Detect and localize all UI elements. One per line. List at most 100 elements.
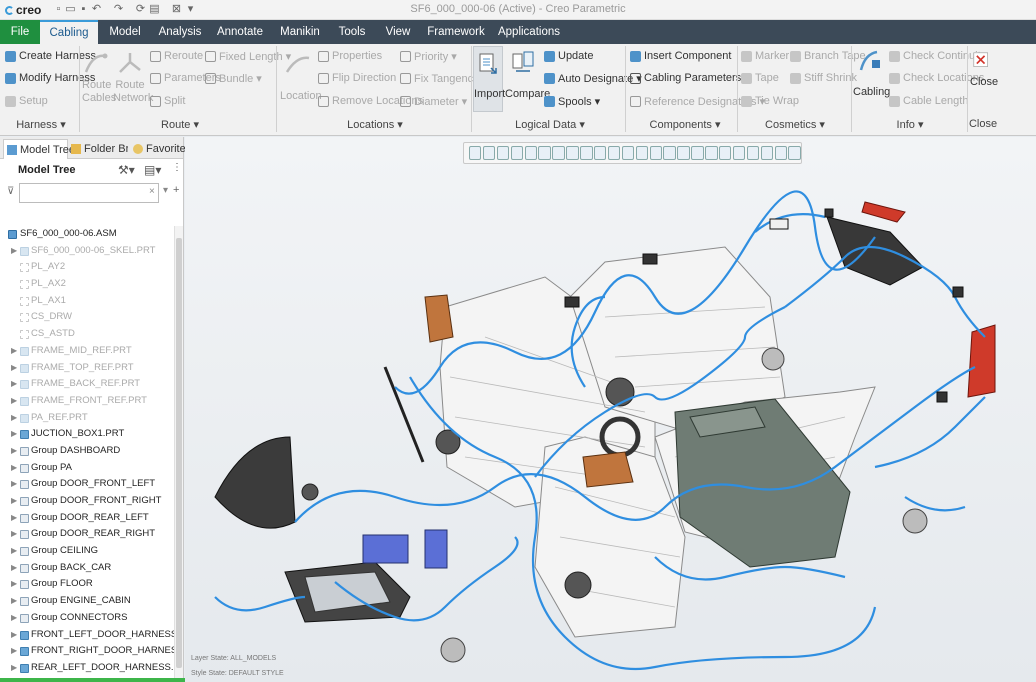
stiff-shrink-button[interactable]: Stiff Shrink bbox=[790, 72, 857, 84]
connectors-icon[interactable] bbox=[746, 146, 760, 160]
update-button[interactable]: Update bbox=[544, 50, 593, 62]
expand-arrow-icon[interactable]: ▶ bbox=[11, 526, 17, 543]
expand-arrow-icon[interactable]: ▶ bbox=[11, 660, 17, 677]
filter-icon[interactable]: ⊽ bbox=[7, 186, 14, 197]
route-cables-button[interactable]: Route Cables bbox=[82, 50, 116, 105]
tab-tools[interactable]: Tools bbox=[333, 20, 371, 44]
plane-tags-icon[interactable] bbox=[691, 146, 704, 160]
expand-arrow-icon[interactable]: ▶ bbox=[11, 410, 17, 427]
datum-display-icon[interactable] bbox=[580, 146, 593, 160]
tree-item[interactable]: ▶ FRAME_BACK_REF.PRT bbox=[0, 376, 174, 393]
split-button[interactable]: Split bbox=[150, 95, 185, 107]
clear-search-icon[interactable]: × bbox=[149, 186, 155, 197]
group-logical-data-label[interactable]: Logical Data ▾ bbox=[505, 118, 595, 131]
expand-arrow-icon[interactable]: ▶ bbox=[11, 543, 17, 560]
refit-icon[interactable] bbox=[469, 146, 482, 160]
setup-button[interactable]: Setup bbox=[5, 95, 48, 107]
expand-arrow-icon[interactable]: ▶ bbox=[11, 560, 17, 577]
datum-points-icon[interactable] bbox=[649, 146, 662, 160]
datum-axes-icon[interactable] bbox=[635, 146, 649, 160]
zoom-out-icon[interactable] bbox=[496, 146, 510, 160]
fixed-length-button[interactable]: Fixed Length ▾ bbox=[205, 50, 291, 63]
auto-designate-button[interactable]: Auto Designate ▾ bbox=[544, 72, 642, 85]
group-info-label[interactable]: Info ▾ bbox=[880, 118, 940, 131]
add-filter-icon[interactable]: + bbox=[173, 184, 179, 196]
expand-arrow-icon[interactable]: ▶ bbox=[11, 643, 17, 660]
tree-item[interactable]: ▶ SF6_000_000-06_SKEL.PRT bbox=[0, 243, 174, 260]
pause-icon[interactable] bbox=[732, 146, 746, 160]
expand-arrow-icon[interactable]: ▶ bbox=[11, 443, 17, 460]
priority-button[interactable]: Priority ▾ bbox=[400, 50, 457, 63]
tree-item[interactable]: ▶ Group ENGINE_CABIN bbox=[0, 593, 174, 610]
expand-arrow-icon[interactable]: ▶ bbox=[11, 493, 17, 510]
tree-item[interactable]: ▶ Group PA bbox=[0, 460, 174, 477]
bundle-button[interactable]: Bundle ▾ bbox=[205, 72, 262, 85]
tree-item[interactable]: ▶ Group DASHBOARD bbox=[0, 443, 174, 460]
tree-item[interactable]: SF6_000_000-06.ASM bbox=[0, 226, 174, 243]
spin-center-icon[interactable] bbox=[607, 146, 621, 160]
view-manager-icon[interactable] bbox=[538, 146, 551, 160]
tree-item[interactable]: ▶ Group CEILING bbox=[0, 543, 174, 560]
group-route-label[interactable]: Route ▾ bbox=[150, 118, 210, 131]
expand-arrow-icon[interactable]: ▶ bbox=[11, 627, 17, 644]
tree-item[interactable]: ▶ Group DOOR_FRONT_RIGHT bbox=[0, 493, 174, 510]
graphics-window[interactable]: Layer State: ALL_MODELS Style State: DEF… bbox=[185, 137, 1036, 682]
tree-item[interactable]: PL_AX1 bbox=[0, 293, 174, 310]
flip-direction-button[interactable]: Flip Direction bbox=[318, 72, 396, 84]
tab-favorites[interactable]: Favorites bbox=[130, 139, 191, 159]
expand-arrow-icon[interactable]: ▶ bbox=[11, 376, 17, 393]
tab-manikin[interactable]: Manikin bbox=[276, 20, 324, 44]
thick-cable-icon[interactable] bbox=[774, 146, 787, 160]
tab-framework[interactable]: Framework bbox=[425, 20, 487, 44]
group-locations-label[interactable]: Locations ▾ bbox=[330, 118, 420, 131]
expand-arrow-icon[interactable]: ▶ bbox=[11, 343, 17, 360]
tree-item[interactable]: ▶ Group DOOR_FRONT_LEFT bbox=[0, 476, 174, 493]
cabling-assembly-model[interactable] bbox=[185, 137, 1036, 682]
csys-tags-icon[interactable] bbox=[719, 146, 732, 160]
expand-arrow-icon[interactable]: ▶ bbox=[11, 610, 17, 627]
tree-item[interactable]: ▶ JUCTION_BOX1.PRT bbox=[0, 426, 174, 443]
diameter-button[interactable]: Diameter ▾ bbox=[400, 95, 467, 108]
tree-item[interactable]: CS_ASTD bbox=[0, 326, 174, 343]
tab-model[interactable]: Model bbox=[103, 20, 147, 44]
route-network-button[interactable]: Route Network bbox=[113, 50, 153, 105]
expand-arrow-icon[interactable]: ▶ bbox=[11, 360, 17, 377]
perspective-icon[interactable] bbox=[566, 146, 579, 160]
tab-cabling[interactable]: Cabling bbox=[40, 20, 98, 44]
axis-tags-icon[interactable] bbox=[705, 146, 718, 160]
tree-item[interactable]: ▶ Group DOOR_REAR_RIGHT bbox=[0, 526, 174, 543]
reroute-button[interactable]: Reroute bbox=[150, 50, 203, 62]
properties-button[interactable]: Properties bbox=[318, 50, 382, 62]
tab-view[interactable]: View bbox=[381, 20, 415, 44]
close-button[interactable]: Close bbox=[970, 52, 998, 88]
expand-arrow-icon[interactable]: ▶ bbox=[11, 243, 17, 260]
tree-settings-icon[interactable]: ⚒▾ bbox=[118, 163, 135, 177]
expand-arrow-icon[interactable]: ▶ bbox=[11, 576, 17, 593]
insert-component-button[interactable]: Insert Component bbox=[630, 50, 731, 62]
tab-applications[interactable]: Applications bbox=[497, 20, 561, 44]
tree-item[interactable]: ▶ Group CONNECTORS bbox=[0, 610, 174, 627]
group-components-label[interactable]: Components ▾ bbox=[640, 118, 730, 131]
tree-item[interactable]: CS_DRW bbox=[0, 309, 174, 326]
expand-arrow-icon[interactable]: ▶ bbox=[11, 460, 17, 477]
point-tags-icon[interactable] bbox=[677, 146, 690, 160]
expand-arrow-icon[interactable]: ▶ bbox=[11, 426, 17, 443]
expand-arrow-icon[interactable]: ▶ bbox=[11, 476, 17, 493]
search-options-icon[interactable]: ▾ bbox=[163, 185, 168, 196]
coordinate-systems-icon[interactable] bbox=[663, 146, 676, 160]
tree-item[interactable]: PL_AX2 bbox=[0, 276, 174, 293]
spools-button[interactable]: Spools ▾ bbox=[544, 95, 600, 108]
repaint-icon[interactable] bbox=[510, 146, 524, 160]
tab-model-tree[interactable]: Model Tree bbox=[3, 139, 75, 159]
display-style-icon[interactable] bbox=[552, 146, 565, 160]
tab-analysis[interactable]: Analysis bbox=[156, 20, 204, 44]
tree-item[interactable]: PL_AY2 bbox=[0, 259, 174, 276]
cable-display-icon[interactable] bbox=[760, 146, 774, 160]
tree-item[interactable]: ▶ Group BACK_CAR bbox=[0, 560, 174, 577]
zoom-in-icon[interactable] bbox=[482, 146, 496, 160]
model-tree-scrollbar[interactable] bbox=[174, 226, 183, 682]
tab-file[interactable]: File bbox=[0, 20, 40, 44]
tab-annotate[interactable]: Annotate bbox=[214, 20, 266, 44]
expand-arrow-icon[interactable]: ▶ bbox=[11, 593, 17, 610]
cable-length-button[interactable]: Cable Length bbox=[889, 95, 968, 107]
